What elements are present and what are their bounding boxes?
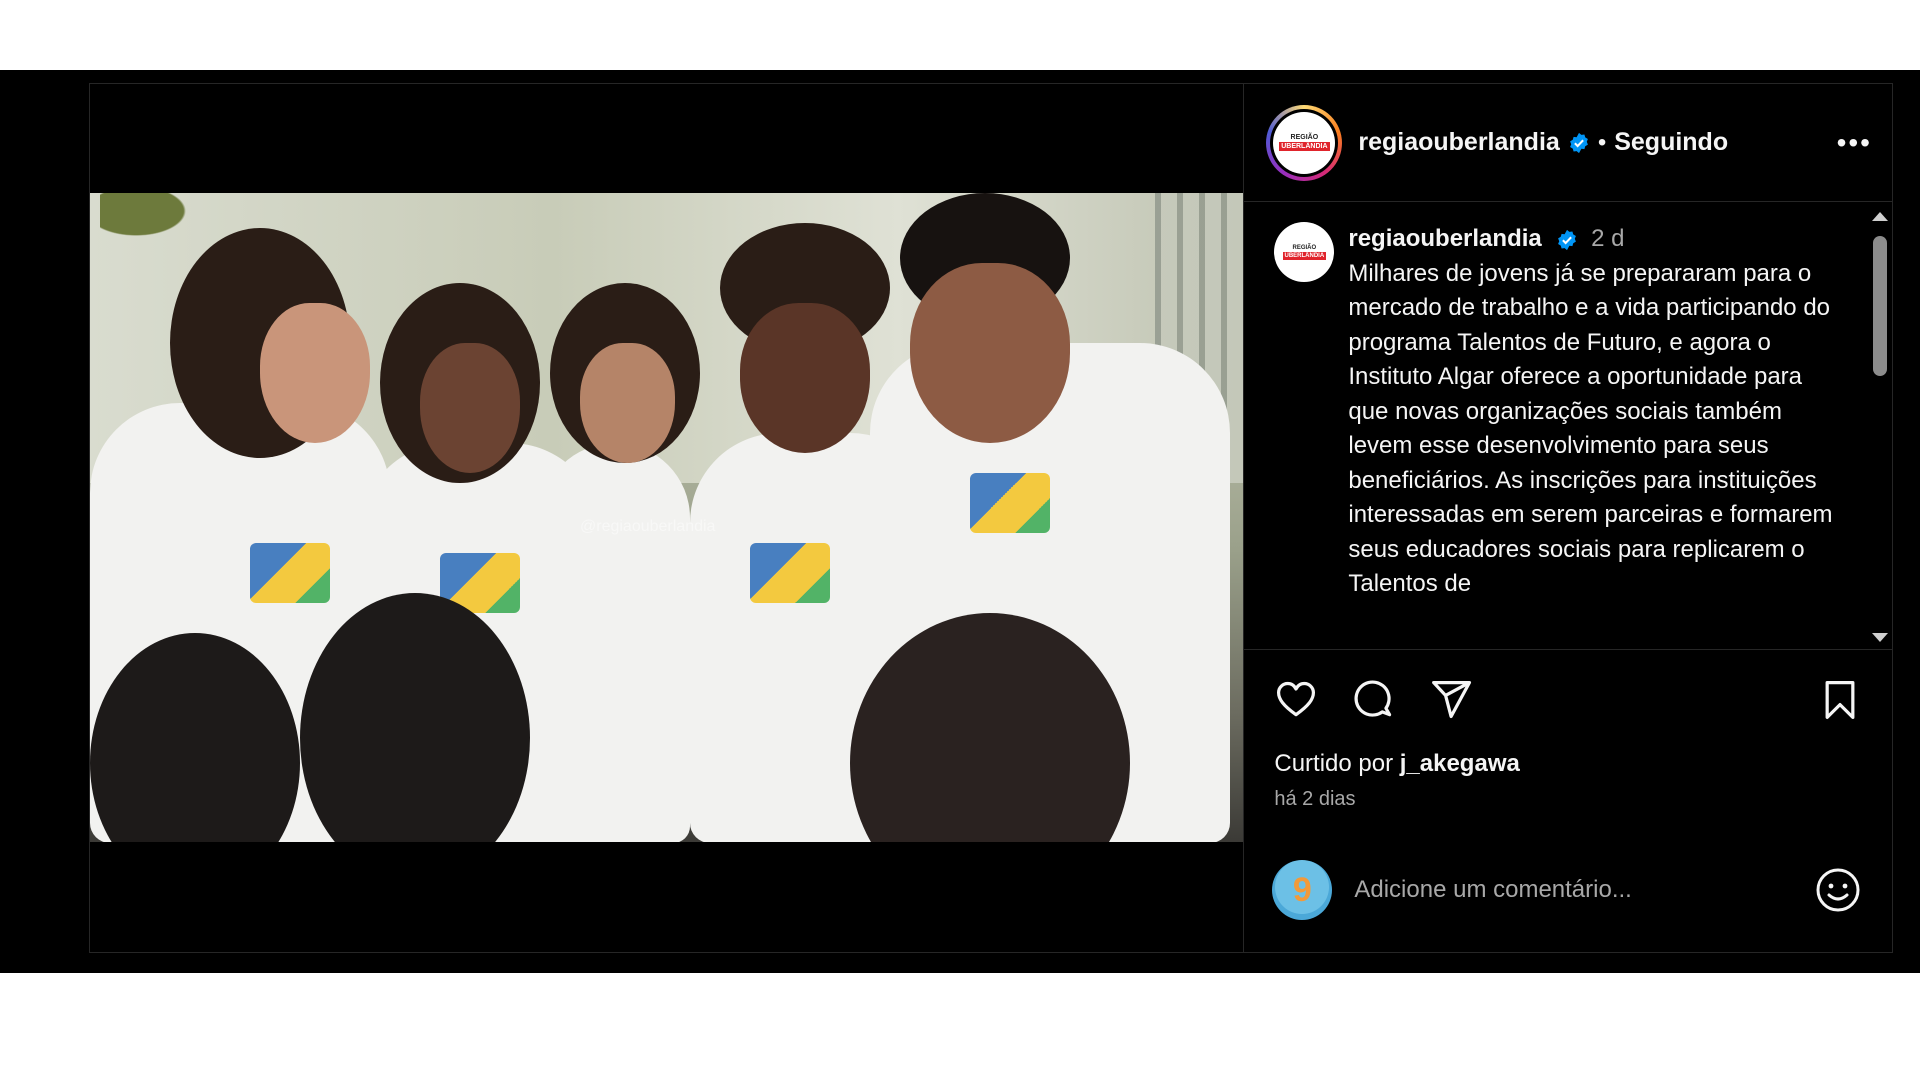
- verified-badge-icon: [1568, 132, 1590, 154]
- more-options-icon[interactable]: •••: [1837, 128, 1872, 157]
- caption-avatar-line1: REGIÃO: [1292, 244, 1317, 251]
- author-avatar[interactable]: REGIÃO UBERLÂNDIA: [1266, 104, 1343, 181]
- shirt-logo: [750, 543, 830, 603]
- caption-text: Milhares de jovens já se prepararam para…: [1348, 259, 1833, 598]
- header-separator: •: [1597, 128, 1607, 156]
- caption-body: regiaouberlandia 2 d Milhares de jovens …: [1348, 222, 1838, 649]
- like-heart-icon[interactable]: [1272, 676, 1320, 724]
- comment-input[interactable]: [1354, 876, 1814, 904]
- caption-scrollbar[interactable]: [1868, 212, 1890, 642]
- liked-by-prefix: Curtido por: [1274, 750, 1400, 777]
- save-bookmark-icon[interactable]: [1816, 676, 1864, 724]
- person-face: [580, 343, 675, 463]
- shirt-logo: [250, 543, 330, 603]
- liked-by-user[interactable]: j_akegawa: [1400, 750, 1520, 777]
- post-header: REGIÃO UBERLÂNDIA regiaouberlandia • Seg…: [1244, 84, 1892, 202]
- comment-bubble-icon[interactable]: [1350, 676, 1398, 724]
- caption-section: REGIÃO UBERLÂNDIA regiaouberlandia 2 d M…: [1244, 202, 1892, 650]
- post-modal: @regiaouberlandia REGIÃO UBERLÂNDIA regi…: [89, 83, 1893, 953]
- caption-username[interactable]: regiaouberlandia: [1348, 225, 1541, 252]
- comment-bar: 9: [1244, 828, 1892, 952]
- following-button[interactable]: Seguindo: [1614, 128, 1728, 157]
- avatar-border: REGIÃO UBERLÂNDIA: [1270, 108, 1339, 177]
- person-face: [420, 343, 520, 473]
- person-shirt: [540, 443, 690, 842]
- current-user-avatar: 9: [1272, 860, 1333, 920]
- avatar-logo-line1: REGIÃO: [1290, 134, 1319, 141]
- post-media: @regiaouberlandia: [90, 84, 1245, 952]
- avatar-logo-line2: UBERLÂNDIA: [1279, 142, 1330, 151]
- author-username[interactable]: regiaouberlandia: [1358, 128, 1559, 157]
- photo-watermark: @regiaouberlandia: [580, 518, 716, 535]
- action-bar: [1244, 650, 1892, 750]
- person-face: [260, 303, 370, 443]
- shirt-logo: [970, 473, 1050, 533]
- caption-avatar[interactable]: REGIÃO UBERLÂNDIA: [1274, 222, 1335, 282]
- liked-by-line: Curtido por j_akegawa: [1244, 750, 1892, 778]
- emoji-smiley-icon[interactable]: [1814, 866, 1862, 914]
- caption-time: 2 d: [1591, 225, 1625, 252]
- post-sidebar: REGIÃO UBERLÂNDIA regiaouberlandia • Seg…: [1244, 84, 1892, 952]
- verified-badge-icon: [1556, 229, 1578, 251]
- post-photo[interactable]: @regiaouberlandia: [90, 193, 1244, 842]
- photo-leaves: [100, 193, 220, 253]
- post-timestamp[interactable]: há 2 dias: [1244, 778, 1892, 811]
- scroll-up-arrow-icon[interactable]: [1872, 212, 1888, 221]
- scroll-down-arrow-icon[interactable]: [1872, 633, 1888, 642]
- person-face: [910, 263, 1070, 443]
- author-avatar-logo: REGIÃO UBERLÂNDIA: [1273, 111, 1336, 174]
- caption-avatar-line2: UBERLÂNDIA: [1282, 251, 1327, 260]
- share-send-icon[interactable]: [1428, 676, 1476, 724]
- scroll-thumb[interactable]: [1873, 236, 1887, 376]
- person-face: [740, 303, 870, 453]
